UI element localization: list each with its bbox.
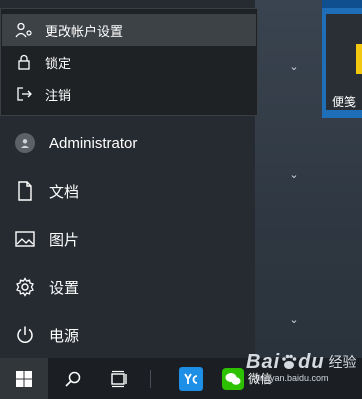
menu-item-label: 图片	[49, 231, 80, 249]
avatar	[15, 133, 35, 153]
gear-icon	[14, 276, 36, 298]
baidu-brand: Bai	[246, 350, 281, 373]
account-settings-icon	[15, 21, 33, 39]
baidu-url: jingyan.baidu.com	[256, 373, 329, 383]
user-icon	[21, 139, 29, 148]
menu-item-label: 设置	[49, 279, 80, 297]
chevron-down-icon[interactable]: ⌄	[287, 313, 301, 326]
menu-item-lock[interactable]: 锁定	[2, 46, 256, 78]
baidu-brand-tail: du	[298, 350, 325, 373]
tile-top-strip	[322, 0, 362, 8]
menu-item-label: 注销	[45, 87, 72, 103]
menu-item-documents[interactable]: 文档	[0, 168, 255, 214]
sign-out-icon	[15, 85, 33, 103]
user-account-button[interactable]: Administrator	[0, 120, 255, 166]
app-icon	[179, 366, 203, 391]
pictures-icon	[14, 228, 36, 250]
menu-item-label: 电源	[49, 327, 80, 345]
menu-item-sign-out[interactable]: 注销	[2, 78, 256, 110]
chevron-down-icon[interactable]: ⌄	[287, 168, 301, 181]
baidu-paw-icon	[282, 354, 297, 369]
windows-icon	[16, 370, 32, 387]
menu-item-power[interactable]: 电源	[0, 312, 255, 358]
search-button[interactable]	[56, 358, 90, 399]
baidu-suffix: 经验	[328, 354, 357, 370]
menu-item-label: 文档	[49, 183, 80, 201]
power-icon	[14, 324, 36, 346]
task-view-icon	[111, 370, 127, 387]
sticky-notes-label: 便笺	[332, 95, 357, 109]
menu-item-pictures[interactable]: 图片	[0, 216, 255, 262]
app-taskbar-button[interactable]	[172, 358, 210, 399]
user-name: Administrator	[49, 134, 138, 152]
start-button[interactable]	[0, 358, 48, 399]
account-context-menu: 更改帐户设置 锁定 注销	[0, 8, 258, 116]
sticky-notes-icon	[356, 44, 362, 74]
menu-item-settings[interactable]: 设置	[0, 264, 255, 310]
task-view-button[interactable]	[102, 358, 136, 399]
menu-item-label: 更改帐户设置	[45, 23, 124, 39]
search-icon	[65, 371, 81, 387]
lock-icon	[15, 53, 33, 71]
menu-item-label: 锁定	[45, 55, 72, 71]
menu-item-change-account-settings[interactable]: 更改帐户设置	[2, 14, 256, 46]
wechat-icon	[222, 367, 244, 390]
document-icon	[14, 180, 36, 202]
taskbar-separator	[150, 370, 151, 388]
chevron-down-icon[interactable]: ⌄	[287, 60, 301, 73]
